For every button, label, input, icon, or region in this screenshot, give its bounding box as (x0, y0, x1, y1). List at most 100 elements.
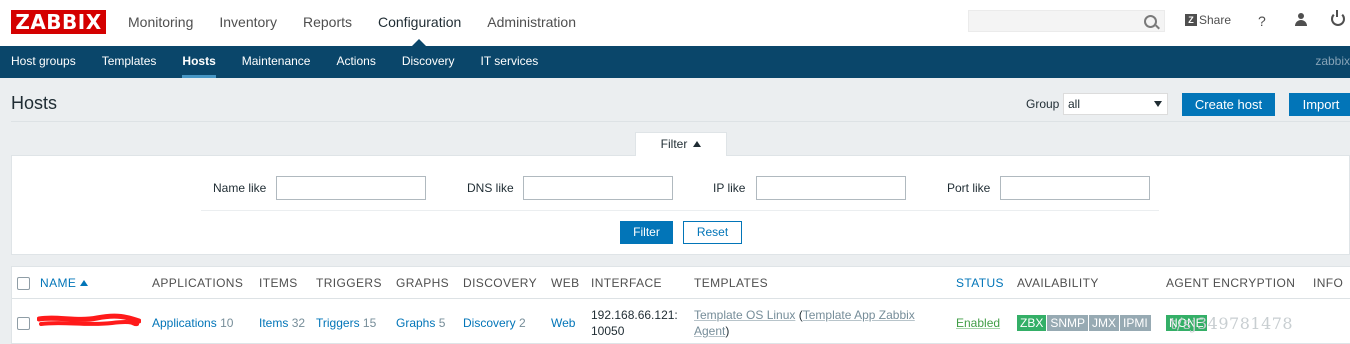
name-like-label: Name like (213, 181, 267, 195)
availability-badges: ZBX SNMP JMX IPMI (1017, 315, 1151, 331)
triggers-link-label: Triggers (316, 316, 360, 330)
interface-line2: 10050 (591, 324, 625, 338)
subnav-discovery[interactable]: Discovery (402, 46, 455, 78)
server-name: zabbix (1315, 54, 1350, 68)
subnav-host-groups[interactable]: Host groups (11, 46, 76, 78)
create-host-button[interactable]: Create host (1182, 93, 1275, 116)
discovery-link[interactable]: Discovery 2 (463, 316, 526, 330)
items-link-label: Items (259, 316, 289, 330)
web-link[interactable]: Web (551, 316, 575, 330)
header-divider (11, 121, 1350, 122)
template-close-paren: ) (725, 324, 730, 338)
share-link[interactable]: Z Share (1185, 13, 1231, 27)
templates-line2: Agent) (694, 324, 729, 338)
port-like-input[interactable] (1000, 176, 1150, 200)
items-link[interactable]: Items 32 (259, 316, 305, 330)
filter-button[interactable]: Filter (620, 221, 673, 244)
user-body-shape (1295, 20, 1307, 26)
discovery-link-label: Discovery (463, 316, 516, 330)
header-graphs: GRAPHS (396, 276, 450, 290)
reset-button[interactable]: Reset (683, 221, 742, 244)
ip-like-input[interactable] (756, 176, 906, 200)
header-web: WEB (551, 276, 580, 290)
logout-icon[interactable] (1331, 10, 1345, 26)
interface-line1: 192.168.66.121: (591, 308, 678, 322)
template-app-zabbix-agent-link[interactable]: Template App Zabbix (803, 308, 915, 322)
menu-inventory[interactable]: Inventory (219, 13, 277, 31)
menu-monitoring[interactable]: Monitoring (128, 13, 193, 31)
availability-zbx-badge: ZBX (1017, 315, 1047, 331)
filter-panel (11, 155, 1350, 255)
chevron-down-icon (1154, 101, 1162, 107)
zabbix-share-icon: Z (1185, 14, 1197, 26)
collapse-arrow-icon (693, 141, 702, 147)
port-like-label: Port like (947, 181, 991, 195)
sort-asc-icon (80, 280, 89, 286)
header-agent-encryption: AGENT ENCRYPTION (1166, 276, 1296, 290)
filter-divider (201, 210, 1159, 211)
availability-ipmi-badge: IPMI (1120, 315, 1151, 331)
status-enabled-link[interactable]: Enabled (956, 316, 1000, 330)
items-count: 32 (291, 316, 306, 330)
applications-link-label: Applications (152, 316, 217, 330)
triggers-link[interactable]: Triggers 15 (316, 316, 376, 330)
subnav-maintenance[interactable]: Maintenance (242, 46, 311, 78)
search-icon[interactable] (1144, 15, 1157, 28)
triggers-count: 15 (362, 316, 377, 330)
row-checkbox[interactable] (17, 317, 30, 330)
group-select[interactable]: all (1063, 93, 1168, 115)
templates-line1: Template OS Linux (Template App Zabbix (694, 308, 915, 322)
dns-like-input[interactable] (523, 176, 673, 200)
name-like-input[interactable] (276, 176, 426, 200)
template-open-paren: ( (795, 308, 803, 322)
applications-link[interactable]: Applications 10 (152, 316, 233, 330)
header-applications: APPLICATIONS (152, 276, 244, 290)
top-bar: ZABBIX Monitoring Inventory Reports Conf… (0, 0, 1350, 46)
header-interface: INTERFACE (591, 276, 662, 290)
ip-like-label: IP like (713, 181, 746, 195)
active-menu-indicator (412, 39, 426, 46)
filter-tab-label: Filter (660, 137, 688, 151)
header-name-label: NAME (40, 276, 77, 290)
top-menu: Monitoring Inventory Reports Configurati… (128, 13, 602, 31)
help-icon[interactable]: ? (1258, 13, 1266, 29)
applications-count: 10 (220, 316, 234, 330)
table-header-divider (12, 298, 1350, 299)
header-templates: TEMPLATES (694, 276, 769, 290)
share-label: Share (1199, 13, 1232, 27)
header-triggers: TRIGGERS (316, 276, 382, 290)
header-discovery: DISCOVERY (463, 276, 538, 290)
discovery-count: 2 (519, 316, 526, 330)
sub-navigation: Host groups Templates Hosts Maintenance … (0, 46, 1350, 78)
filter-tab[interactable]: Filter (635, 132, 727, 156)
graphs-count: 5 (438, 316, 446, 330)
user-head-shape (1298, 13, 1304, 19)
menu-configuration[interactable]: Configuration (378, 13, 461, 31)
zabbix-logo[interactable]: ZABBIX (11, 10, 106, 34)
redacted-host-name[interactable] (37, 313, 141, 329)
subnav-templates[interactable]: Templates (102, 46, 157, 78)
menu-administration[interactable]: Administration (487, 13, 576, 31)
import-button[interactable]: Import (1289, 93, 1350, 116)
group-label: Group (1026, 97, 1060, 111)
select-all-checkbox[interactable] (17, 277, 30, 290)
subnav-actions[interactable]: Actions (336, 46, 375, 78)
watermark-text: t/sj349781478 (1170, 314, 1294, 333)
menu-reports[interactable]: Reports (303, 13, 352, 31)
header-status[interactable]: STATUS (956, 276, 1004, 290)
search-input[interactable] (968, 10, 1165, 32)
template-app-zabbix-agent-link-cont[interactable]: Agent (694, 324, 725, 338)
page-title: Hosts (11, 93, 58, 113)
graphs-link-label: Graphs (396, 316, 436, 330)
subnav-hosts[interactable]: Hosts (182, 46, 217, 78)
group-select-value: all (1068, 97, 1081, 111)
user-profile-icon[interactable] (1294, 13, 1308, 27)
header-availability: AVAILABILITY (1017, 276, 1099, 290)
template-os-linux-link[interactable]: Template OS Linux (694, 308, 795, 322)
subnav-it-services[interactable]: IT services (481, 46, 539, 78)
dns-like-label: DNS like (467, 181, 514, 195)
availability-snmp-badge: SNMP (1047, 315, 1089, 331)
graphs-link[interactable]: Graphs 5 (396, 316, 445, 330)
availability-jmx-badge: JMX (1089, 315, 1120, 331)
header-name[interactable]: NAME (40, 276, 89, 290)
